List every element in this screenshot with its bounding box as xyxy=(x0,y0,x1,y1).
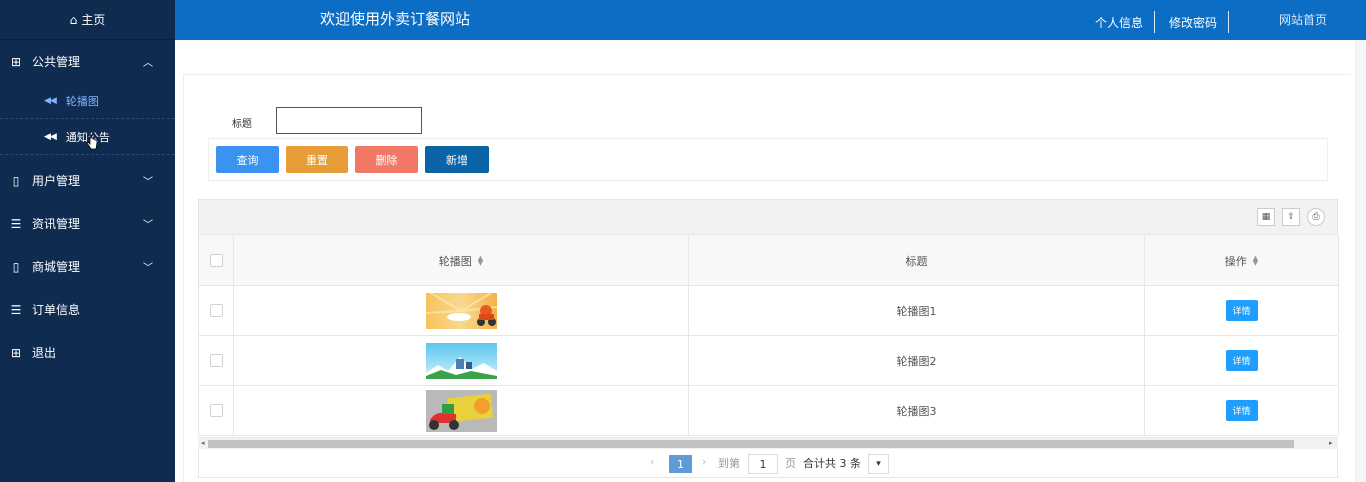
grid-icon: ⊞ xyxy=(10,54,22,69)
row-checkbox[interactable] xyxy=(209,304,223,317)
add-button[interactable]: 新增 xyxy=(425,146,489,173)
row-checkbox[interactable] xyxy=(209,404,223,417)
table-header: 轮播图 ▲ ▼ 标题 操作 ▲ ▼ xyxy=(198,235,1339,286)
chevron-up-icon: ︿ xyxy=(143,58,153,69)
column-label: 操作 xyxy=(1224,254,1247,268)
banner-3-image xyxy=(425,389,497,432)
goto-suffix: 页 xyxy=(785,457,796,470)
sidebar: ⌂ 主页 ⊞ 公共管理 ︿ ◀◀ 轮播图 ◀◀ 通知公告 ▯ 用户管理 ﹀ ☰ … xyxy=(0,0,175,482)
row-checkbox-cell xyxy=(199,336,234,385)
column-header-action[interactable]: 操作 ▲ ▼ xyxy=(1145,235,1339,286)
sub-item-label: 轮播图 xyxy=(65,94,99,108)
header-divider xyxy=(1154,11,1155,33)
header-divider xyxy=(1228,11,1229,33)
detail-button[interactable]: 详情 xyxy=(1225,400,1258,421)
sidebar-group-users[interactable]: ▯ 用户管理 ﹀ xyxy=(0,159,175,202)
table-row: 轮播图1 详情 xyxy=(198,286,1339,336)
goto-prefix: 到第 xyxy=(718,457,740,470)
row-checkbox-cell xyxy=(199,286,234,335)
sidebar-group-public[interactable]: ⊞ 公共管理 ︿ xyxy=(0,40,175,83)
scrollbar-thumb[interactable] xyxy=(208,440,1294,448)
goto-page-input[interactable]: 1 xyxy=(748,454,778,474)
group-label: 用户管理 xyxy=(32,174,81,188)
group-label: 公共管理 xyxy=(32,55,81,69)
sidebar-group-news[interactable]: ☰ 资讯管理 ﹀ xyxy=(0,202,175,245)
table-row: 轮播图3 详情 xyxy=(198,386,1339,436)
select-all-checkbox[interactable] xyxy=(209,254,223,267)
group-label: 订单信息 xyxy=(32,303,81,317)
double-arrow-left-icon: ◀◀ xyxy=(44,131,57,142)
top-header: 欢迎使用外卖订餐网站 个人信息 修改密码 网站首页 xyxy=(175,0,1366,40)
title-filter-label: 标题 xyxy=(232,119,252,130)
columns-filter-icon[interactable]: ▦ xyxy=(1257,208,1275,226)
row-checkbox[interactable] xyxy=(209,354,223,367)
chevron-down-icon: ﹀ xyxy=(143,263,153,274)
chevron-down-icon: ﹀ xyxy=(143,220,153,231)
print-icon[interactable]: ⎙ xyxy=(1307,208,1325,226)
group-label: 资讯管理 xyxy=(32,217,81,231)
action-cell: 详情 xyxy=(1145,386,1339,435)
page-size-select[interactable]: ▾ xyxy=(868,454,889,474)
double-arrow-left-icon: ◀◀ xyxy=(44,95,57,106)
page-scrollbar[interactable] xyxy=(1355,40,1366,482)
list-icon: ☰ xyxy=(10,302,22,317)
scroll-right-icon[interactable]: ▸ xyxy=(1329,439,1333,447)
detail-button[interactable]: 详情 xyxy=(1225,300,1258,321)
home-label: 主页 xyxy=(81,13,106,27)
column-label: 标题 xyxy=(905,254,928,268)
title-cell: 轮播图2 xyxy=(689,336,1145,385)
home-icon: ⌂ xyxy=(69,12,78,27)
grid-icon: ⊞ xyxy=(10,345,22,360)
sidebar-item-banner[interactable]: ◀◀ 轮播图 xyxy=(0,83,175,119)
scroll-left-icon[interactable]: ◂ xyxy=(201,439,205,447)
chevron-down-icon: ▾ xyxy=(876,459,881,469)
table-horizontal-scrollbar[interactable]: ◂ ▸ xyxy=(198,437,1338,449)
list-icon: ☰ xyxy=(10,216,22,231)
banner-1-image xyxy=(425,292,497,329)
image-cell xyxy=(234,286,689,335)
current-page-button[interactable]: 1 xyxy=(669,455,692,473)
book-icon: ▯ xyxy=(12,259,20,274)
sidebar-item-logout[interactable]: ⊞ 退出 xyxy=(0,331,175,374)
change-password-link[interactable]: 修改密码 xyxy=(1169,14,1217,31)
group-label: 退出 xyxy=(32,346,57,360)
query-button[interactable]: 查询 xyxy=(216,146,279,173)
sort-icon[interactable]: ▲ ▼ xyxy=(478,254,483,266)
image-cell xyxy=(234,386,689,435)
sort-icon[interactable]: ▲ ▼ xyxy=(1253,254,1258,266)
title-cell: 轮播图1 xyxy=(689,286,1145,335)
column-header-title: 标题 xyxy=(689,235,1145,286)
reset-button[interactable]: 重置 xyxy=(286,146,348,173)
table-row: 轮播图2 详情 xyxy=(198,336,1339,386)
export-icon[interactable]: ⇪ xyxy=(1282,208,1300,226)
table-toolbar xyxy=(198,199,1338,235)
chevron-down-icon: ﹀ xyxy=(143,177,153,188)
sidebar-group-shop[interactable]: ▯ 商城管理 ﹀ xyxy=(0,245,175,288)
banner-2-image xyxy=(425,342,497,379)
sidebar-item-orders[interactable]: ☰ 订单信息 xyxy=(0,288,175,331)
total-count: 合计共 3 条 xyxy=(803,457,861,470)
site-home-link[interactable]: 网站首页 xyxy=(1279,11,1327,28)
site-title: 欢迎使用外卖订餐网站 xyxy=(320,10,471,28)
column-label: 轮播图 xyxy=(438,254,472,268)
title-search-input[interactable] xyxy=(276,107,422,134)
next-page-icon[interactable]: › xyxy=(702,455,706,468)
prev-page-icon[interactable]: ‹ xyxy=(650,455,654,468)
sidebar-home[interactable]: ⌂ 主页 xyxy=(0,0,175,40)
image-cell xyxy=(234,336,689,385)
detail-button[interactable]: 详情 xyxy=(1225,350,1258,371)
hand-cursor-icon xyxy=(86,134,98,150)
header-checkbox-cell xyxy=(199,235,234,286)
action-cell: 详情 xyxy=(1145,336,1339,385)
book-icon: ▯ xyxy=(12,173,20,188)
profile-link[interactable]: 个人信息 xyxy=(1095,14,1143,31)
group-label: 商城管理 xyxy=(32,260,81,274)
row-checkbox-cell xyxy=(199,386,234,435)
action-cell: 详情 xyxy=(1145,286,1339,335)
delete-button[interactable]: 删除 xyxy=(355,146,418,173)
title-cell: 轮播图3 xyxy=(689,386,1145,435)
column-header-image[interactable]: 轮播图 ▲ ▼ xyxy=(234,235,689,286)
